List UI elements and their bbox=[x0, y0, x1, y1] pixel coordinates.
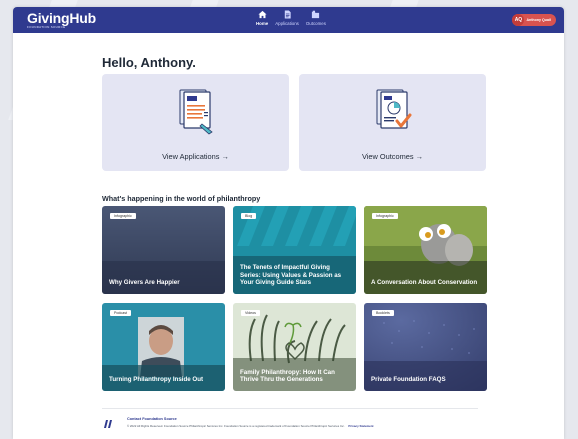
tile-tag: Blog bbox=[241, 213, 257, 219]
view-applications-label: View Applications → bbox=[162, 152, 229, 161]
document-icon bbox=[284, 10, 291, 19]
tile-tag: Videos bbox=[241, 310, 260, 316]
tile-title: Why Givers Are Happier bbox=[109, 278, 180, 286]
nav-home-label: Home bbox=[256, 21, 269, 26]
tile-title: Family Philanthropy: How It Can Thrive T… bbox=[240, 368, 335, 383]
content-tile-why-givers[interactable]: Infographic Why Givers Are Happier bbox=[102, 206, 225, 294]
contact-foundation-source-link[interactable]: Contact Foundation Source bbox=[127, 417, 177, 421]
tile-title: Private Foundation FAQS bbox=[371, 375, 446, 383]
nav-outcomes-label: Outcomes bbox=[305, 21, 326, 26]
content-tile-private-foundation[interactable]: Booklets Private Foundation FAQS bbox=[364, 303, 487, 391]
tile-tag: Podcast bbox=[110, 310, 131, 316]
tile-title: Turning Philanthropy Inside Out bbox=[109, 375, 204, 383]
app-window: GivingHub FOUNDATION SOURCE Home Applica… bbox=[13, 7, 564, 439]
giving-hub-logo[interactable]: GivingHub FOUNDATION SOURCE bbox=[27, 10, 96, 29]
tile-tag: Infographic bbox=[110, 213, 136, 219]
brand-name: GivingHub bbox=[27, 10, 96, 26]
home-icon bbox=[258, 10, 267, 19]
privacy-statement-link[interactable]: Privacy Statement bbox=[348, 424, 373, 428]
content-tile-tenets[interactable]: Blog The Tenets of Impactful Giving Seri… bbox=[233, 206, 356, 294]
content-tile-family-philanthropy[interactable]: Videos Family Philanthropy: How It Can T… bbox=[233, 303, 356, 391]
user-menu[interactable]: AQ Anthony Quail bbox=[512, 14, 556, 26]
section-heading: What's happening in the world of philant… bbox=[102, 194, 261, 203]
avatar: AQ bbox=[512, 14, 525, 26]
nav-applications[interactable]: Applications bbox=[275, 10, 299, 26]
user-name: Anthony Quail bbox=[526, 18, 551, 22]
nav-applications-label: Applications bbox=[275, 21, 299, 26]
content-tile-podcast[interactable]: Podcast Turning Philanthropy Inside Out bbox=[102, 303, 225, 391]
copyright-text: © 2022 All Rights Reserved. Foundation S… bbox=[127, 424, 345, 428]
view-outcomes-card[interactable]: View Outcomes → bbox=[299, 74, 486, 171]
tile-title: A Conversation About Conservation bbox=[371, 278, 478, 286]
nav-home[interactable]: Home bbox=[256, 10, 268, 26]
tile-title: The Tenets of Impactful Giving Series: U… bbox=[240, 264, 342, 286]
content-tile-conservation[interactable]: Infographic A Conversation About Conserv… bbox=[364, 206, 487, 294]
main-nav: Home Applications Outcomes bbox=[256, 10, 326, 26]
top-navigation-bar: GivingHub FOUNDATION SOURCE Home Applica… bbox=[13, 7, 564, 33]
outcomes-icon bbox=[312, 10, 320, 19]
tile-tag: Booklets bbox=[372, 310, 394, 316]
applications-document-icon bbox=[179, 89, 213, 135]
outcomes-chart-icon bbox=[376, 89, 412, 129]
view-applications-card[interactable]: View Applications → bbox=[102, 74, 289, 171]
nav-outcomes[interactable]: Outcomes bbox=[306, 10, 326, 26]
foundation-source-logo-icon bbox=[104, 420, 112, 428]
view-outcomes-label: View Outcomes → bbox=[361, 152, 424, 161]
footer-copyright: © 2022 All Rights Reserved. Foundation S… bbox=[127, 424, 374, 428]
page-footer: Contact Foundation Source © 2022 All Rig… bbox=[102, 408, 478, 428]
tile-tag: Infographic bbox=[372, 213, 398, 219]
page-greeting: Hello, Anthony. bbox=[102, 55, 196, 70]
